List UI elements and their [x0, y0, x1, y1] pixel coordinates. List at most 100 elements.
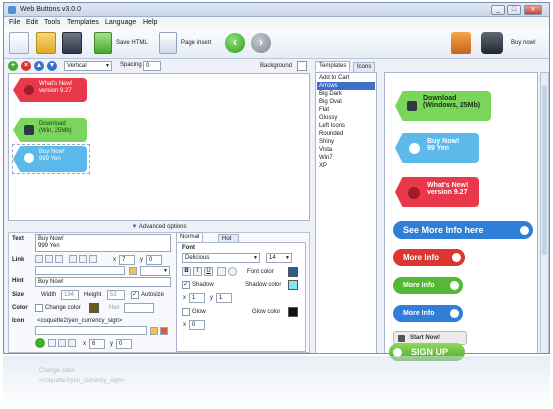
orientation-select[interactable]: Vertical ▼ — [64, 61, 112, 71]
font-family-select[interactable]: Delicious ▼ — [182, 253, 260, 263]
menu-tools[interactable]: Tools — [44, 19, 60, 26]
template-item[interactable]: Add to Cart — [317, 74, 375, 82]
template-item[interactable]: Rounded — [317, 130, 375, 138]
icon-x-input[interactable]: 6 — [89, 339, 105, 349]
shadow-checkbox[interactable] — [182, 280, 190, 289]
change-color-checkbox[interactable] — [35, 304, 43, 312]
text-outline-icon[interactable] — [228, 267, 237, 276]
menu-file[interactable]: File — [9, 19, 20, 26]
minimize-button[interactable]: _ — [491, 5, 505, 15]
scrollbar-thumb[interactable] — [542, 85, 547, 255]
shadow-color-swatch[interactable] — [288, 280, 298, 290]
preview-button-buy-now[interactable]: Buy Now! 99 Yen — [395, 133, 479, 163]
glow-x-input[interactable]: 0 — [189, 320, 205, 330]
home-icon[interactable] — [451, 32, 471, 54]
text-input[interactable]: Buy Now! 999 Yen — [35, 234, 171, 252]
save-html-button[interactable]: Save HTML — [116, 40, 148, 46]
open-folder-icon[interactable] — [36, 32, 56, 54]
image-left-icon[interactable] — [69, 255, 77, 263]
template-item[interactable]: XP — [317, 162, 375, 170]
menu-templates[interactable]: Templates — [67, 19, 99, 26]
template-item[interactable]: Left Icons — [317, 122, 375, 130]
hint-input[interactable]: Buy Now! — [35, 277, 171, 287]
lock-icon[interactable] — [481, 32, 503, 54]
shadow-y-input[interactable]: 1 — [216, 293, 232, 303]
save-html-icon[interactable] — [94, 32, 112, 54]
canvas-button-buy-now[interactable]: Buy Now! 999 Yen — [13, 146, 87, 172]
menu-help[interactable]: Help — [143, 19, 157, 26]
clear-icon[interactable] — [160, 327, 168, 335]
template-item-selected[interactable]: Arrows — [317, 82, 375, 90]
link-input[interactable] — [35, 266, 125, 275]
advanced-options-toggle[interactable]: ▼ Advanced options — [8, 222, 310, 232]
shadow-x-input[interactable]: 1 — [189, 293, 205, 303]
save-disk-icon[interactable] — [62, 32, 82, 54]
glow-color-swatch[interactable] — [288, 307, 298, 317]
template-item[interactable]: Glossy — [317, 114, 375, 122]
text-x-input[interactable]: 7 — [119, 255, 135, 265]
spacing-input[interactable]: 0 — [143, 61, 161, 71]
image-top-icon[interactable] — [79, 255, 87, 263]
preview-scrollbar[interactable] — [540, 72, 549, 353]
canvas-button-download[interactable]: Download (Win, 25Mb) — [13, 118, 87, 142]
font-color-swatch[interactable] — [288, 267, 298, 277]
template-item[interactable]: Win7 — [317, 154, 375, 162]
target-select[interactable]: ▼ — [140, 266, 170, 276]
tab-normal-state[interactable]: Normal state — [176, 232, 204, 249]
back-arrow-icon[interactable]: ‹ — [225, 33, 245, 53]
page-insert-button[interactable]: Page insert — [181, 40, 211, 46]
glow-checkbox[interactable] — [182, 308, 190, 316]
icon-input[interactable] — [35, 326, 147, 335]
close-button[interactable]: x — [524, 5, 542, 15]
icon-y-input[interactable]: 0 — [116, 339, 132, 349]
font-size-select[interactable]: 14 ▼ — [266, 253, 292, 263]
preview-button-more-info-blue[interactable]: More Info — [393, 305, 463, 322]
background-color-swatch[interactable] — [297, 61, 307, 71]
forward-arrow-icon[interactable]: › — [251, 33, 271, 53]
italic-button[interactable]: I — [193, 267, 202, 276]
text-y-input[interactable]: 0 — [146, 255, 162, 265]
menu-language[interactable]: Language — [105, 19, 136, 26]
hex-input[interactable] — [124, 303, 154, 313]
icon-align-left-icon[interactable] — [48, 339, 56, 347]
icon-align-right-icon[interactable] — [68, 339, 76, 347]
text-effect-icon[interactable] — [217, 267, 226, 276]
add-button-icon[interactable]: + — [8, 61, 18, 71]
image-right-icon[interactable] — [89, 255, 97, 263]
preview-button-see-more-info[interactable]: See More Info here — [393, 221, 533, 239]
preview-button-download[interactable]: Download (Windows, 25Mb) — [395, 91, 491, 121]
template-item[interactable]: Vista — [317, 146, 375, 154]
maximize-button[interactable]: □ — [507, 5, 521, 15]
width-input[interactable]: 134 — [61, 290, 79, 300]
move-up-icon[interactable]: ▲ — [34, 61, 44, 71]
template-item[interactable]: Big Dark — [317, 90, 375, 98]
underline-button[interactable]: U — [204, 267, 213, 276]
buy-now-button[interactable]: Buy now! — [511, 40, 536, 46]
align-center-icon[interactable] — [45, 255, 53, 263]
preview-button-more-info-green[interactable]: More Info — [393, 277, 463, 294]
template-item[interactable]: Big Oval — [317, 98, 375, 106]
height-input[interactable]: 52 — [107, 290, 125, 300]
icon-position-icon[interactable] — [35, 338, 45, 348]
glow-label: Glow — [192, 309, 206, 315]
delete-button-icon[interactable]: × — [21, 61, 31, 71]
preview-button-whats-new[interactable]: What's New! version 9.27 — [395, 177, 479, 207]
tab-icons[interactable]: Icons — [353, 62, 376, 72]
preview-button-more-info-red[interactable]: More Info — [393, 249, 465, 266]
button-color-swatch[interactable] — [89, 303, 99, 313]
autosize-checkbox[interactable] — [131, 290, 139, 299]
tab-templates[interactable]: Templates — [315, 61, 351, 71]
template-item[interactable]: Shiny — [317, 138, 375, 146]
new-file-icon[interactable] — [9, 32, 29, 54]
bold-button[interactable]: B — [182, 267, 191, 276]
template-item[interactable]: Flat — [317, 106, 375, 114]
align-right-icon[interactable] — [55, 255, 63, 263]
move-down-icon[interactable]: ▼ — [47, 61, 57, 71]
canvas-button-whats-new[interactable]: What's New! version 9.27 — [13, 78, 87, 102]
menu-edit[interactable]: Edit — [26, 19, 38, 26]
icon-align-center-icon[interactable] — [58, 339, 66, 347]
folder-icon[interactable] — [150, 327, 158, 335]
folder-icon[interactable] — [129, 267, 137, 275]
page-insert-icon[interactable] — [159, 32, 177, 54]
align-left-icon[interactable] — [35, 255, 43, 263]
